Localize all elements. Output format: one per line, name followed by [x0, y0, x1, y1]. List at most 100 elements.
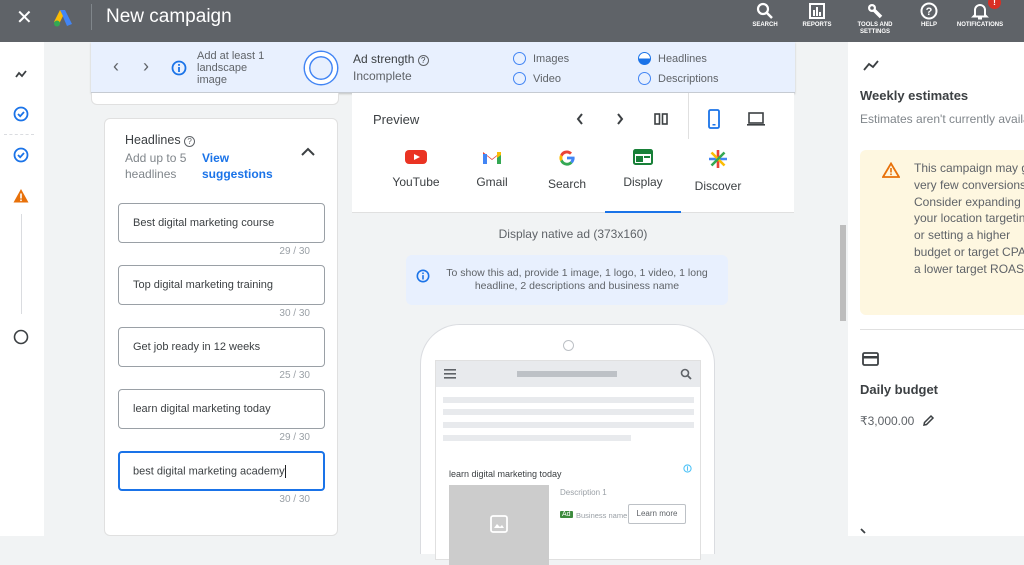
credit-card-icon [862, 352, 879, 366]
warning-icon[interactable] [13, 188, 29, 204]
discover-icon [709, 150, 727, 168]
checklist-images: Images [513, 52, 569, 65]
desktop-icon[interactable] [746, 111, 766, 127]
info-icon [171, 60, 187, 76]
prev-tip-button[interactable]: ‹ [113, 56, 119, 77]
char-count: 29 / 30 [279, 432, 310, 443]
notification-badge: ! [988, 0, 1001, 9]
trend-icon[interactable] [13, 66, 29, 82]
menu-icon [444, 369, 456, 379]
close-icon[interactable]: ✕ [16, 8, 33, 28]
placeholder-line [443, 409, 694, 415]
ad-choices-icon [683, 464, 692, 473]
tab-discover[interactable]: Discover [680, 149, 756, 193]
svg-text:?: ? [926, 6, 933, 18]
warning-icon [882, 162, 900, 178]
summary-panel: Weekly estimates Estimates aren't curren… [848, 42, 1024, 536]
circle-icon [638, 72, 651, 85]
headline-input-4[interactable]: learn digital marketing today [118, 389, 325, 429]
preview-panel: Preview YouTube Gmail Search Display Dis… [352, 93, 794, 565]
mock-business-name: Business name [576, 511, 628, 520]
divider [21, 214, 22, 314]
divider [4, 134, 34, 135]
placeholder-line [443, 397, 694, 403]
tab-youtube[interactable]: YouTube [378, 149, 454, 189]
mock-browser-bar [436, 361, 700, 387]
headlines-card: Headlines ? Add up to 5 headlines View s… [104, 118, 338, 536]
google-icon [559, 150, 575, 166]
search-button[interactable]: SEARCH [748, 0, 782, 42]
phone-mockup: learn digital marketing today Descriptio… [420, 324, 715, 565]
help-icon[interactable]: ? [417, 55, 429, 66]
chevron-right-icon[interactable] [616, 113, 624, 125]
divider [91, 4, 92, 30]
chevron-up-icon[interactable] [301, 147, 315, 157]
tools-settings-button[interactable]: TOOLS AND SETTINGS [852, 0, 898, 42]
ad-strength-bar: ‹ › Add at least 1 landscape image Ad st… [91, 42, 795, 93]
top-bar: ✕ New campaign SEARCH REPORTS TOOLS AND … [0, 0, 1024, 42]
scrollbar-thumb[interactable] [840, 225, 846, 321]
checklist-descriptions: Descriptions [638, 72, 719, 85]
next-tip-button[interactable]: › [143, 56, 149, 77]
placeholder-line [443, 435, 631, 441]
checklist-video: Video [513, 72, 561, 85]
phone-camera [563, 340, 574, 351]
help-icon: ? [920, 2, 938, 20]
weekly-estimates-text: Estimates aren't currently available [860, 112, 1024, 126]
info-icon [416, 269, 430, 283]
page-title: New campaign [106, 6, 232, 27]
google-ads-logo [54, 10, 72, 27]
text-cursor [284, 465, 286, 478]
bell-icon [971, 4, 989, 20]
mock-ad-headline: learn digital marketing today [449, 469, 562, 479]
youtube-icon [405, 150, 427, 164]
headline-input-2[interactable]: Top digital marketing training [118, 265, 325, 305]
daily-budget-value: ₹3,000.00 [860, 414, 915, 428]
help-icon[interactable]: ? [184, 136, 196, 147]
headline-input-5[interactable]: best digital marketing academy [118, 451, 325, 491]
ad-format-label: Display native ad (373x160) [498, 227, 648, 241]
step-rail [0, 42, 44, 536]
wrench-icon [868, 4, 883, 19]
ad-strength-value: Incomplete [353, 69, 412, 83]
chevron-icon[interactable] [860, 528, 870, 536]
headlines-subtitle: Add up to 5 headlines [125, 151, 187, 181]
preview-header: Preview YouTube Gmail Search Display Dis… [352, 93, 794, 213]
circle-icon[interactable] [13, 329, 29, 345]
headline-input-3[interactable]: Get job ready in 12 weeks [118, 327, 325, 367]
mock-cta-button: Learn more [628, 504, 686, 524]
trend-icon [863, 60, 879, 71]
check-circle-icon[interactable] [13, 106, 29, 122]
mock-url-bar [517, 371, 617, 377]
warning-banner: This campaign may get very few conversio… [860, 150, 1024, 315]
tab-display[interactable]: Display [605, 149, 681, 213]
headlines-title: Headlines ? [125, 133, 196, 147]
ad-strength-label: Ad strength ? [353, 52, 429, 66]
mock-ad-image [449, 485, 549, 565]
previous-card-bottom [91, 93, 339, 105]
circle-icon [513, 52, 526, 65]
tab-gmail[interactable]: Gmail [454, 149, 530, 189]
weekly-estimates-title: Weekly estimates [860, 88, 969, 103]
divider [860, 329, 1024, 330]
help-button[interactable]: ? HELP [914, 0, 944, 42]
headline-input-1[interactable]: Best digital marketing course [118, 203, 325, 243]
char-count: 30 / 30 [279, 494, 310, 505]
display-icon [633, 149, 653, 165]
view-suggestions-link[interactable]: View suggestions [202, 150, 282, 182]
preview-title: Preview [373, 112, 420, 127]
image-icon [490, 515, 508, 533]
chevron-left-icon[interactable] [576, 113, 584, 125]
edit-icon[interactable] [922, 414, 935, 427]
daily-budget-title: Daily budget [860, 382, 939, 397]
circle-icon [513, 72, 526, 85]
warning-text: This campaign may get very few conversio… [914, 161, 1024, 276]
columns-icon[interactable] [654, 113, 668, 125]
char-count: 30 / 30 [279, 308, 310, 319]
notifications-button[interactable]: ! NOTIFICATIONS [952, 0, 1008, 42]
placeholder-line [443, 422, 694, 428]
reports-button[interactable]: REPORTS [800, 0, 834, 42]
tab-search[interactable]: Search [529, 149, 605, 191]
check-circle-icon[interactable] [13, 147, 29, 163]
mobile-icon[interactable] [708, 109, 720, 129]
